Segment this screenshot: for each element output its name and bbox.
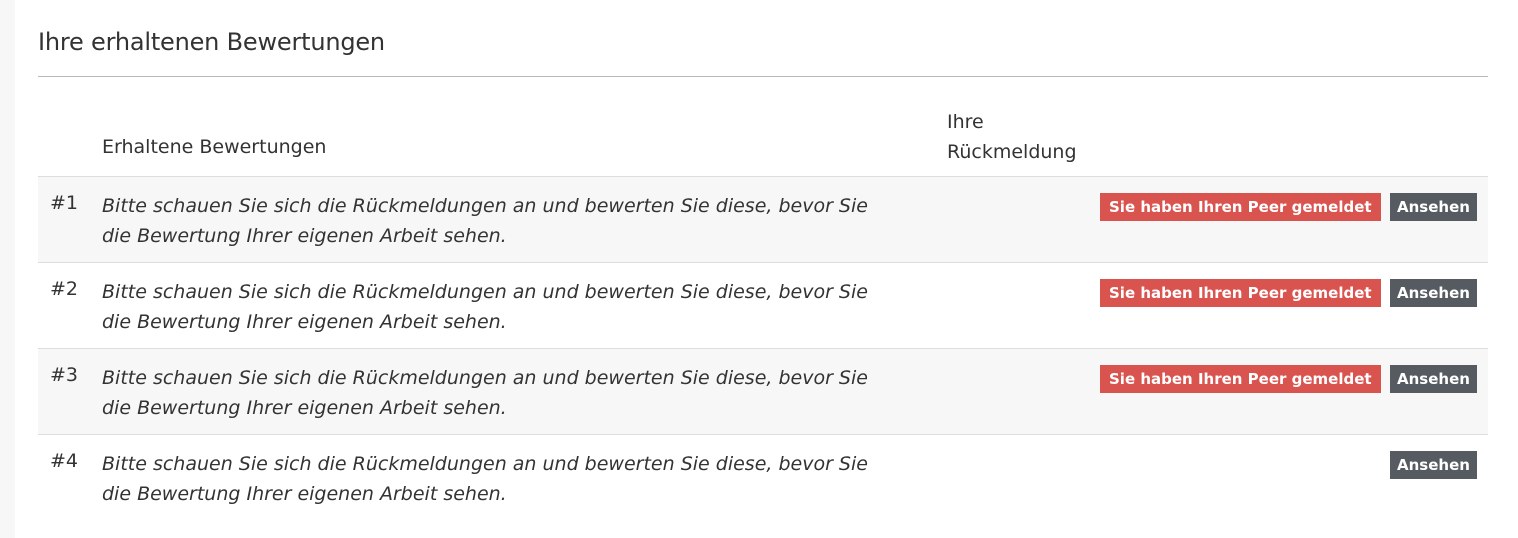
table-row: #1 Bitte schauen Sie sich die Rückmeldun… [38,176,1488,263]
row-message: Bitte schauen Sie sich die Rückmeldungen… [102,367,868,419]
table-row: #3 Bitte schauen Sie sich die Rückmeldun… [38,348,1488,435]
table-row: #4 Bitte schauen Sie sich die Rückmeldun… [38,434,1488,521]
row-number: #2 [50,278,79,300]
header-received-reviews: Erhaltene Bewertungen [102,136,327,158]
table-header: Erhaltene Bewertungen Ihre Rückmeldung [38,100,1488,176]
reported-peer-badge: Sie haben Ihren Peer gemeldet [1100,365,1381,393]
view-button[interactable]: Ansehen [1390,193,1477,221]
table-row: #2 Bitte schauen Sie sich die Rückmeldun… [38,262,1488,349]
row-number: #4 [50,450,79,472]
received-reviews-panel: Ihre erhaltenen Bewertungen Erhaltene Be… [15,0,1518,538]
view-button[interactable]: Ansehen [1390,279,1477,307]
title-divider [38,76,1488,77]
row-message: Bitte schauen Sie sich die Rückmeldungen… [102,281,868,333]
row-message: Bitte schauen Sie sich die Rückmeldungen… [102,195,868,247]
header-your-feedback: Ihre Rückmeldung [947,111,1077,163]
reported-peer-badge: Sie haben Ihren Peer gemeldet [1100,193,1381,221]
section-title: Ihre erhaltenen Bewertungen [38,28,385,56]
row-number: #3 [50,364,79,386]
view-button[interactable]: Ansehen [1390,365,1477,393]
row-message: Bitte schauen Sie sich die Rückmeldungen… [102,453,868,505]
reported-peer-badge: Sie haben Ihren Peer gemeldet [1100,279,1381,307]
row-number: #1 [50,192,79,214]
view-button[interactable]: Ansehen [1390,451,1477,479]
